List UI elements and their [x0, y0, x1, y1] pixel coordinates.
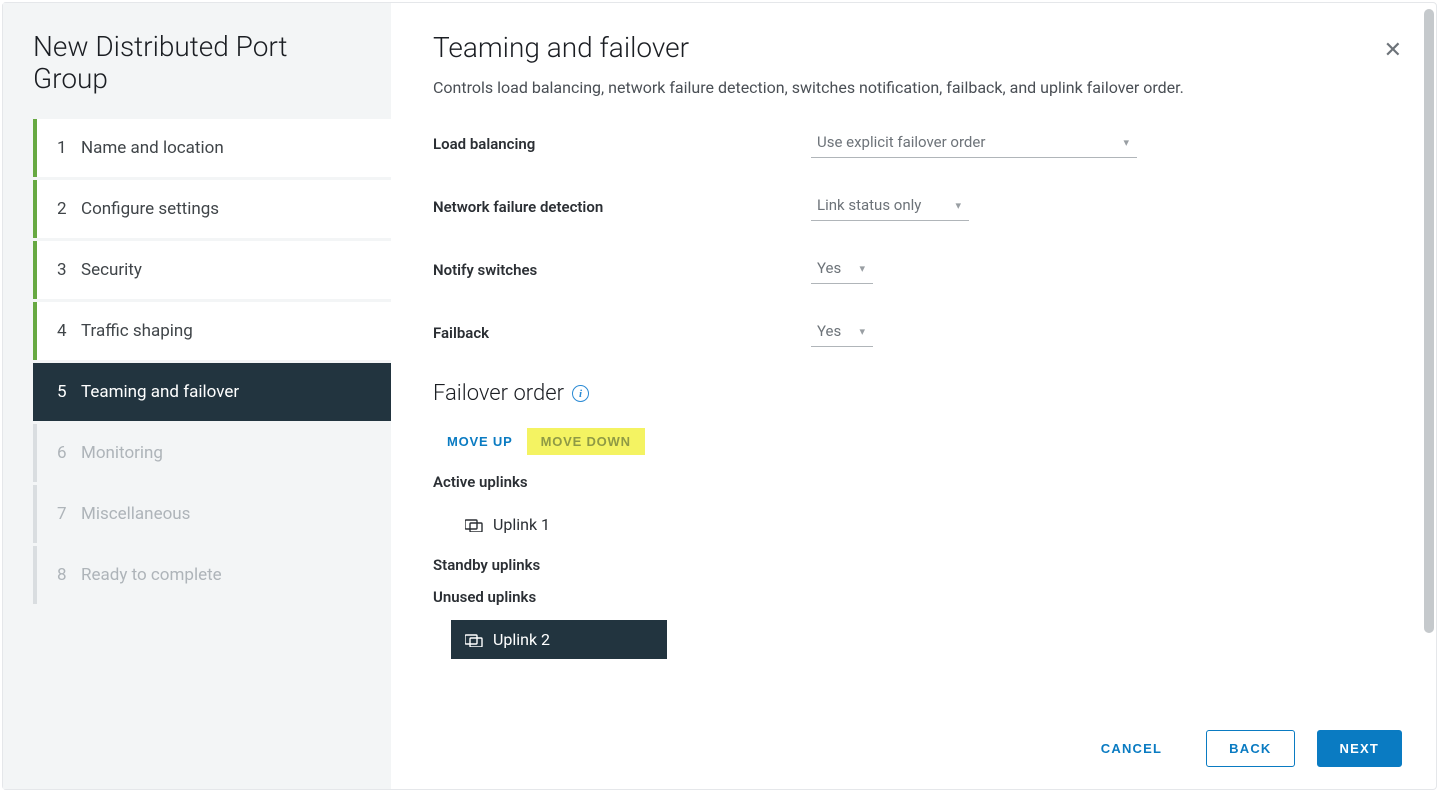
- field-failback: Failback Yes ▾: [433, 318, 1396, 347]
- scrollbar-thumb[interactable]: [1424, 9, 1434, 633]
- back-button[interactable]: BACK: [1206, 730, 1294, 767]
- label-failback: Failback: [433, 324, 811, 342]
- standby-uplinks-header: Standby uplinks: [433, 556, 1396, 574]
- step-2[interactable]: 2Configure settings: [33, 180, 391, 238]
- wizard-main: ✕ Teaming and failover Controls load bal…: [391, 3, 1436, 789]
- wizard-title: New Distributed Port Group: [3, 31, 391, 119]
- step-label: Ready to complete: [81, 565, 222, 585]
- label-notify-switches: Notify switches: [433, 261, 811, 279]
- field-notify-switches: Notify switches Yes ▾: [433, 255, 1396, 284]
- label-load-balancing: Load balancing: [433, 135, 811, 153]
- active-uplinks-header: Active uplinks: [433, 473, 1396, 491]
- wizard-modal: New Distributed Port Group 1Name and loc…: [2, 2, 1437, 790]
- select-notify-switches[interactable]: Yes ▾: [811, 255, 873, 284]
- close-icon: ✕: [1384, 37, 1402, 62]
- chevron-down-icon: ▾: [955, 199, 961, 212]
- step-label: Traffic shaping: [81, 321, 193, 341]
- move-up-button[interactable]: MOVE UP: [433, 428, 527, 455]
- failover-order-title: Failover order i: [433, 381, 1396, 406]
- failover-list: Active uplinks Uplink 1 Standby uplinks Unu…: [433, 473, 1396, 659]
- wizard-sidebar: New Distributed Port Group 1Name and loc…: [3, 3, 391, 789]
- uplink-icon: [465, 518, 483, 532]
- step-number: 2: [57, 199, 81, 219]
- cancel-button[interactable]: CANCEL: [1079, 731, 1184, 766]
- move-down-button[interactable]: MOVE DOWN: [527, 428, 645, 455]
- page-title: Teaming and failover: [433, 31, 1396, 64]
- page-description: Controls load balancing, network failure…: [433, 78, 1396, 97]
- select-load-balancing[interactable]: Use explicit failover order ▾: [811, 129, 1137, 158]
- uplink-item[interactable]: Uplink 1: [451, 505, 667, 544]
- uplink-label: Uplink 2: [493, 630, 550, 649]
- select-value: Use explicit failover order: [817, 133, 985, 151]
- select-value: Link status only: [817, 196, 921, 214]
- step-label: Security: [81, 260, 142, 280]
- step-number: 7: [57, 504, 81, 524]
- step-1[interactable]: 1Name and location: [33, 119, 391, 177]
- step-label: Configure settings: [81, 199, 219, 219]
- step-number: 3: [57, 260, 81, 280]
- chevron-down-icon: ▾: [859, 262, 865, 275]
- step-3[interactable]: 3Security: [33, 241, 391, 299]
- step-7: 7Miscellaneous: [33, 485, 391, 543]
- label-network-failure: Network failure detection: [433, 198, 811, 216]
- scrollbar[interactable]: [1424, 9, 1434, 633]
- step-number: 1: [57, 138, 81, 158]
- select-network-failure[interactable]: Link status only ▾: [811, 192, 969, 221]
- step-number: 6: [57, 443, 81, 463]
- step-number: 5: [57, 382, 81, 402]
- next-button[interactable]: NEXT: [1317, 730, 1402, 767]
- step-4[interactable]: 4Traffic shaping: [33, 302, 391, 360]
- step-label: Miscellaneous: [81, 504, 190, 524]
- uplink-label: Uplink 1: [493, 515, 550, 534]
- info-icon[interactable]: i: [572, 385, 589, 402]
- close-button[interactable]: ✕: [1384, 37, 1402, 63]
- step-number: 4: [57, 321, 81, 341]
- move-actions: MOVE UP MOVE DOWN: [433, 428, 1396, 455]
- select-failback[interactable]: Yes ▾: [811, 318, 873, 347]
- step-number: 8: [57, 565, 81, 585]
- wizard-footer: CANCEL BACK NEXT: [391, 710, 1436, 789]
- step-6: 6Monitoring: [33, 424, 391, 482]
- failover-order-text: Failover order: [433, 381, 564, 406]
- select-value: Yes: [817, 259, 841, 277]
- uplink-icon: [465, 633, 483, 647]
- unused-uplinks-header: Unused uplinks: [433, 588, 1396, 606]
- field-load-balancing: Load balancing Use explicit failover ord…: [433, 129, 1396, 158]
- step-label: Name and location: [81, 138, 224, 158]
- chevron-down-icon: ▾: [1123, 136, 1129, 149]
- wizard-steps: 1Name and location2Configure settings3Se…: [3, 119, 391, 604]
- uplink-item[interactable]: Uplink 2: [451, 620, 667, 659]
- step-label: Monitoring: [81, 443, 163, 463]
- step-5: 5Teaming and failover: [33, 363, 391, 421]
- chevron-down-icon: ▾: [859, 325, 865, 338]
- field-network-failure: Network failure detection Link status on…: [433, 192, 1396, 221]
- select-value: Yes: [817, 322, 841, 340]
- step-label: Teaming and failover: [81, 382, 239, 402]
- step-8: 8Ready to complete: [33, 546, 391, 604]
